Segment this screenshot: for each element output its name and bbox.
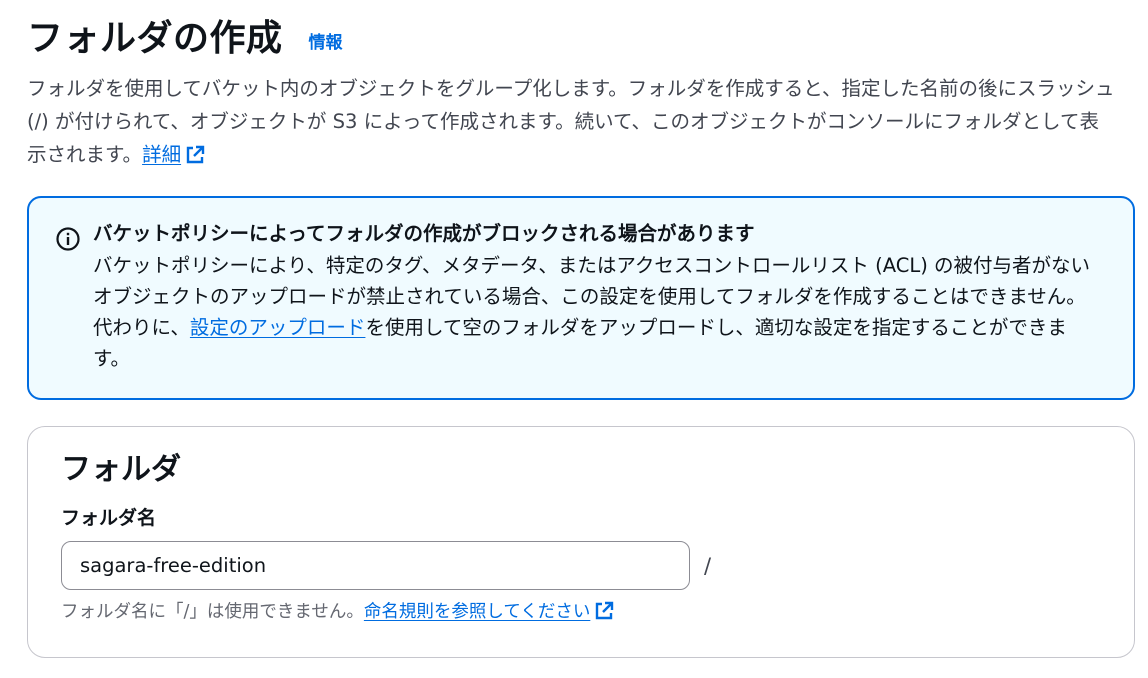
page-title: フォルダの作成 [27,18,283,59]
external-link-icon [186,145,205,164]
info-circle-icon [56,227,80,251]
external-link-icon [596,601,614,620]
naming-rules-label: 命名規則を参照してください [363,602,591,622]
folder-container: フォルダ フォルダ名 / フォルダ名に「/」は使用できません。命名規則を参照して… [27,426,1135,658]
learn-more-label: 詳細 [142,143,182,166]
naming-rules-link[interactable]: 命名規則を参照してください [363,601,614,622]
alert-title: バケットポリシーによってフォルダの作成がブロックされる場合があります [93,222,755,245]
page-description: フォルダを使用してバケット内のオブジェクトをグループ化します。フォルダを作成する… [27,72,1117,171]
info-alert: バケットポリシーによってフォルダの作成がブロックされる場合があります バケットポ… [27,196,1135,400]
upload-settings-link[interactable]: 設定のアップロード [190,316,366,339]
container-title: フォルダ [61,452,181,487]
learn-more-link[interactable]: 詳細 [142,143,205,166]
info-link[interactable]: 情報 [309,28,343,53]
alert-body: バケットポリシーにより、特定のタグ、メタデータ、またはアクセスコントロールリスト… [93,250,1093,374]
folder-name-label: フォルダ名 [61,507,157,529]
folder-name-constraint: フォルダ名に「/」は使用できません。命名規則を参照してください [61,599,1134,625]
folder-name-input[interactable] [61,541,690,590]
folder-name-row: / [61,541,1134,590]
create-folder-page: フォルダの作成 情報 フォルダを使用してバケット内のオブジェクトをグループ化しま… [0,0,1148,678]
page-header: フォルダの作成 情報 [27,0,1148,64]
constraint-text: フォルダ名に「/」は使用できません。 [61,602,364,622]
folder-suffix-slash: / [704,553,712,578]
